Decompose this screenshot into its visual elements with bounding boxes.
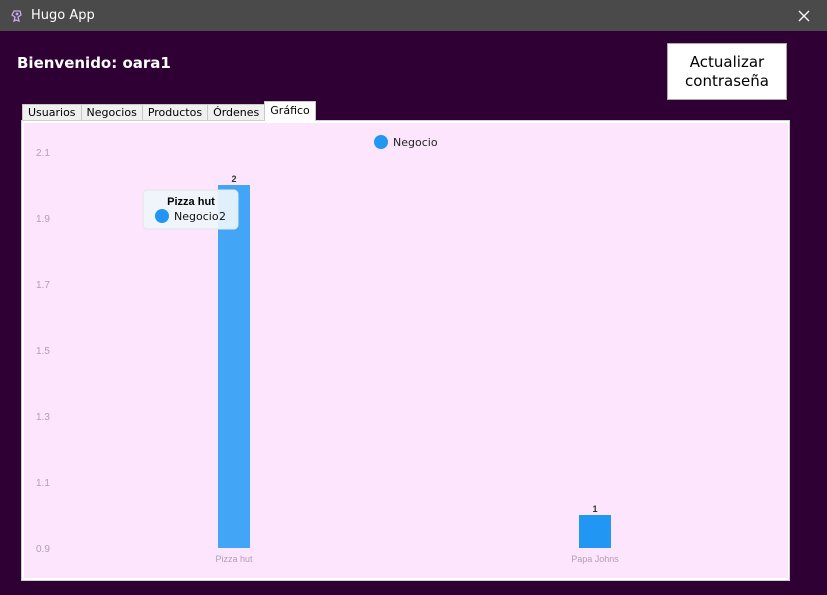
update-password-button[interactable]: Actualizar contraseña [667, 43, 787, 100]
y-tick-label: 0.9 [36, 544, 50, 555]
tab-ordenes[interactable]: Órdenes [207, 104, 266, 121]
window-title: Hugo App [31, 8, 95, 23]
legend-marker [374, 135, 388, 149]
tooltip-marker [155, 209, 169, 223]
x-tick-label: Papa Johns [571, 554, 619, 564]
y-tick-label: 1.5 [36, 346, 50, 357]
close-icon [798, 10, 810, 21]
data-label: 1 [592, 504, 597, 514]
tab-usuarios[interactable]: Usuarios [22, 104, 82, 121]
y-tick-label: 1.3 [36, 412, 50, 423]
bar-chart[interactable]: 0.9 1.1 1.3 1.5 1.7 1.9 2.1 2 Pizza hut 1 Papa Joh… [22, 121, 789, 580]
tab-negocios[interactable]: Negocios [80, 104, 143, 121]
tooltip-title: Pizza hut [167, 196, 215, 208]
welcome-label: Bienvenido: oara1 [17, 54, 171, 72]
tooltip-series: Negocio [174, 210, 219, 223]
bar [218, 185, 250, 548]
tab-productos[interactable]: Productos [141, 104, 209, 121]
tab-grafico[interactable]: Gráfico [264, 101, 316, 121]
plot-background [24, 123, 788, 578]
app-logo-icon [11, 10, 22, 23]
y-tick-label: 1.9 [36, 214, 50, 225]
y-tick-label: 2.1 [36, 148, 50, 159]
close-window-button[interactable] [781, 0, 827, 31]
tooltip-value: 2 [219, 210, 226, 223]
legend-label: Negocio [393, 136, 438, 149]
title-bar: Hugo App [0, 0, 827, 31]
data-label: 2 [231, 174, 236, 184]
bar [579, 515, 611, 548]
y-tick-label: 1.7 [36, 280, 50, 291]
y-tick-label: 1.1 [36, 478, 50, 489]
x-tick-label: Pizza hut [215, 554, 253, 564]
tab-strip: Usuarios Negocios Productos Órdenes Gráf… [22, 101, 316, 121]
chart-panel: 0.9 1.1 1.3 1.5 1.7 1.9 2.1 2 Pizza hut 1 Papa Joh… [21, 120, 790, 581]
